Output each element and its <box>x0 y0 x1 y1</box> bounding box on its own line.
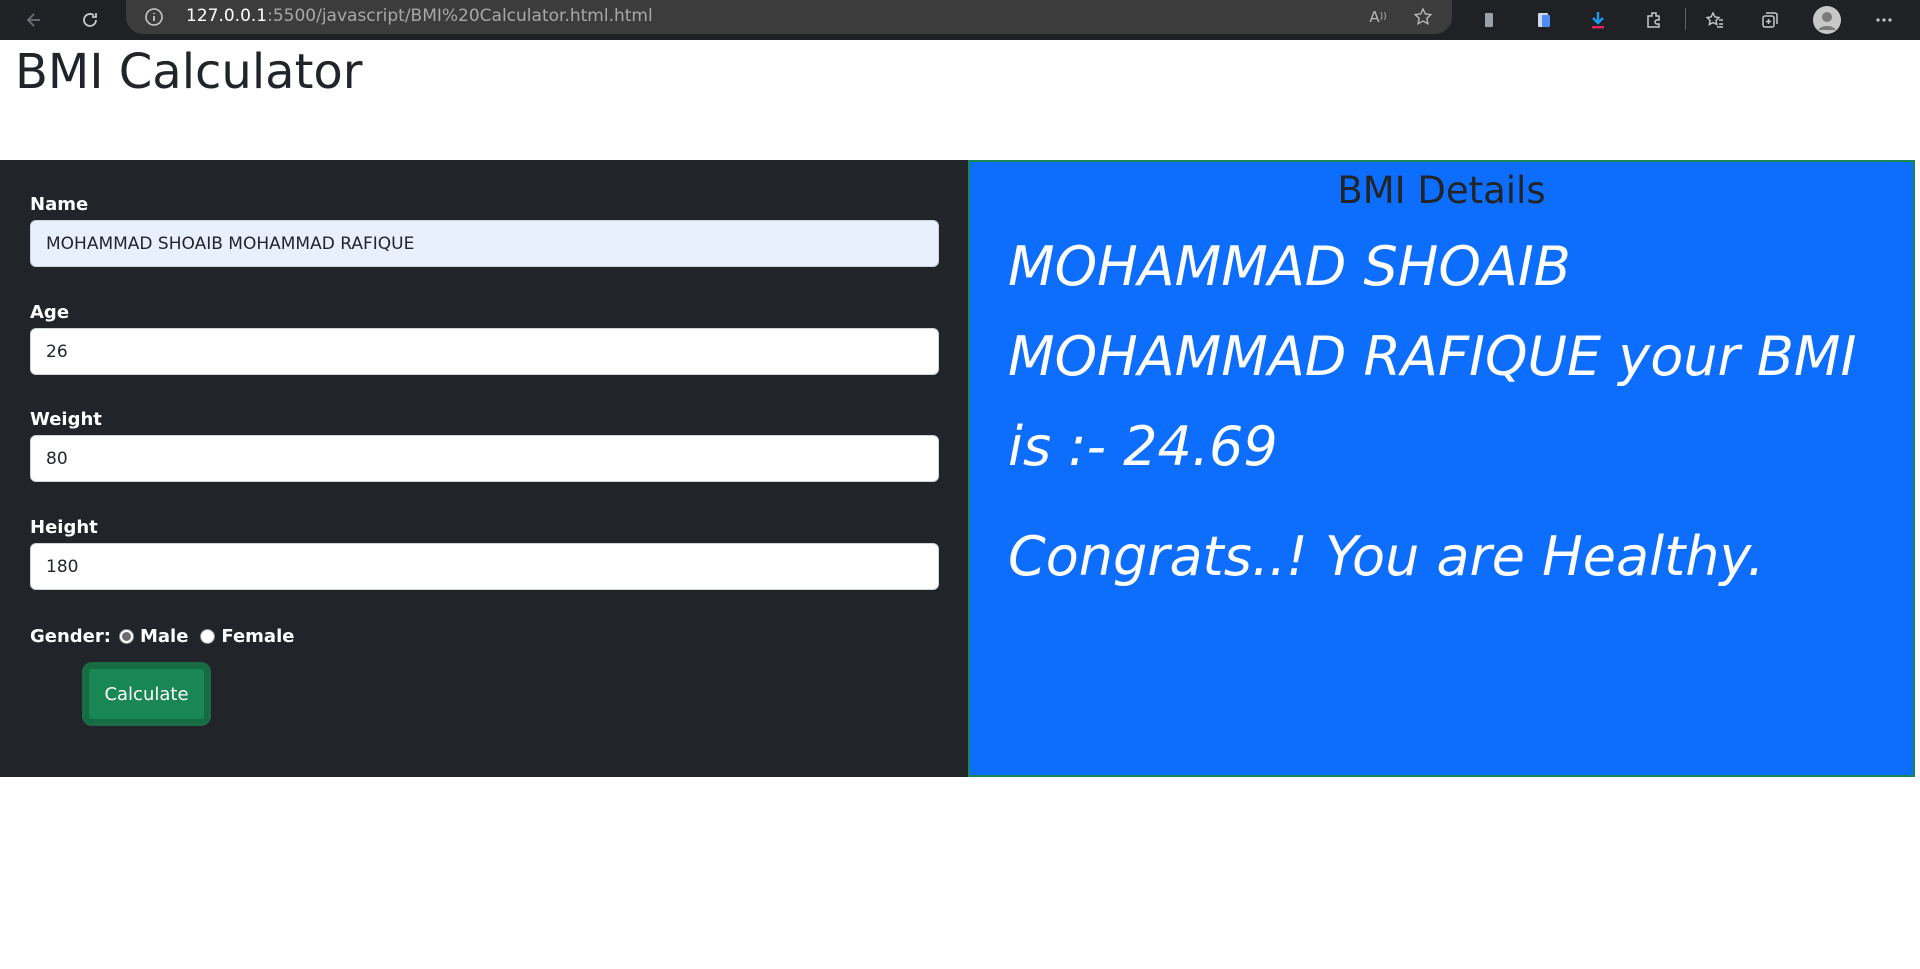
male-label[interactable]: Male <box>140 626 188 647</box>
bmi-result-text: MOHAMMAD SHOAIB MOHAMMAD RAFIQUE your BM… <box>1008 235 1857 478</box>
health-message: Congrats..! You are Healthy. <box>1008 525 1765 588</box>
gender-group: Gender: Male Female <box>30 624 298 648</box>
favorites-icon[interactable] <box>1699 4 1731 36</box>
toolbar-separator <box>1685 8 1686 30</box>
female-label[interactable]: Female <box>221 626 294 647</box>
weight-label: Weight <box>30 409 102 430</box>
read-aloud-icon[interactable]: A)) <box>1367 6 1389 28</box>
male-radio[interactable] <box>118 628 134 644</box>
address-bar[interactable]: 127.0.0.1:5500/javascript/BMI%20Calculat… <box>126 0 1452 34</box>
calculate-button[interactable]: Calculate <box>85 665 208 723</box>
details-title: BMI Details <box>1337 169 1546 212</box>
url-host: 127.0.0.1 <box>186 6 268 26</box>
bmi-form: Name Age Weight Height Gender: Male Fema… <box>0 160 968 777</box>
site-info-icon[interactable] <box>144 7 164 27</box>
name-input[interactable] <box>30 220 939 267</box>
gender-label: Gender: <box>30 625 111 647</box>
height-label: Height <box>30 517 98 538</box>
age-label: Age <box>30 302 70 323</box>
name-label: Name <box>30 194 89 215</box>
url-path: :5500/javascript/BMI%20Calculator.html.h… <box>267 6 653 26</box>
female-radio[interactable] <box>200 628 216 644</box>
page-title: BMI Calculator <box>15 44 363 100</box>
bmi-details-panel: BMI Details MOHAMMAD SHOAIB MOHAMMAD RAF… <box>968 160 1915 777</box>
height-input[interactable] <box>30 543 939 590</box>
more-options-icon[interactable] <box>1868 4 1900 36</box>
url-text: 127.0.0.1:5500/javascript/BMI%20Calculat… <box>186 6 653 26</box>
tab-icon[interactable] <box>1473 4 1505 36</box>
add-favorite-icon[interactable] <box>1412 6 1434 28</box>
download-icon[interactable] <box>1582 4 1614 36</box>
back-icon[interactable] <box>18 4 50 36</box>
age-input[interactable] <box>30 328 939 375</box>
collections-doc-icon[interactable] <box>1528 4 1560 36</box>
collections-icon[interactable] <box>1754 4 1786 36</box>
extensions-icon[interactable] <box>1638 4 1670 36</box>
profile-avatar-icon[interactable] <box>1811 4 1843 36</box>
browser-toolbar: 127.0.0.1:5500/javascript/BMI%20Calculat… <box>0 0 1920 40</box>
weight-input[interactable] <box>30 435 939 482</box>
reload-icon[interactable] <box>74 4 106 36</box>
